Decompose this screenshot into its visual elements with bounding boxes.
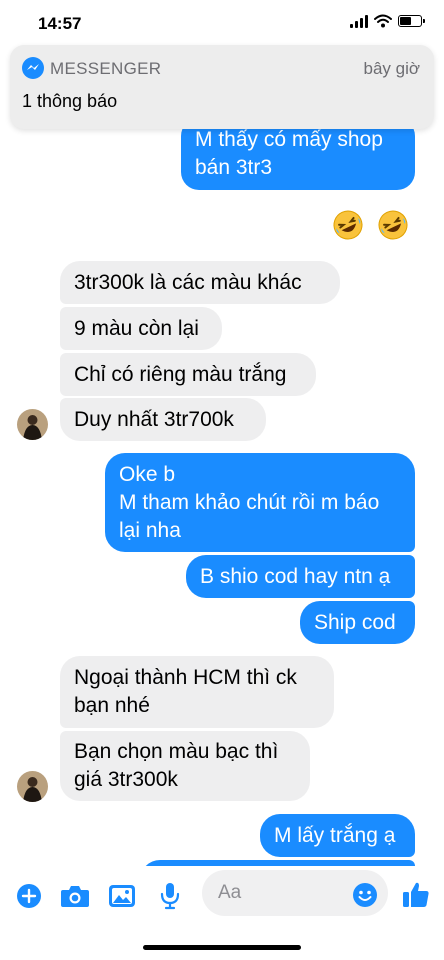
message-line: bán 3tr3 bbox=[195, 156, 273, 179]
message-line: 3tr300k là các màu khác bbox=[74, 270, 302, 294]
message-incoming[interactable]: Ngoại thành HCM thì ck bạn nhé bbox=[60, 656, 334, 728]
wifi-icon bbox=[374, 14, 392, 28]
notification-body: 1 thông báo bbox=[22, 91, 118, 111]
message-line: M lấy trắng ạ bbox=[274, 823, 396, 847]
message-input-placeholder: Aa bbox=[218, 882, 242, 903]
microphone-icon[interactable] bbox=[160, 882, 180, 910]
message-line: Ship cod bbox=[314, 610, 396, 634]
message-incoming[interactable]: 9 màu còn lại bbox=[60, 307, 222, 350]
home-indicator bbox=[143, 945, 301, 950]
message-outgoing[interactable]: B shio cod hay ntn ạ bbox=[186, 555, 415, 598]
signal-icon bbox=[350, 14, 368, 28]
message-line: M thấy có mấy shop bbox=[195, 128, 383, 151]
message-line: B shio cod hay ntn ạ bbox=[200, 564, 391, 588]
notification-time: bây giờ bbox=[363, 59, 420, 78]
image-icon[interactable] bbox=[108, 884, 136, 908]
emoji-icon[interactable] bbox=[352, 882, 378, 908]
status-icons bbox=[350, 14, 425, 28]
message-incoming[interactable]: Duy nhất 3tr700k bbox=[60, 398, 266, 441]
notification-app-name: MESSENGER bbox=[50, 59, 162, 78]
message-line: giá 3tr300k bbox=[74, 768, 178, 791]
battery-icon bbox=[398, 15, 425, 27]
status-bar: 14:57 bbox=[0, 0, 444, 44]
rolling-laughing-emoji-icon bbox=[378, 210, 408, 240]
message-incoming[interactable]: 3tr300k là các màu khác bbox=[60, 261, 340, 304]
message-line: lại nha bbox=[119, 518, 181, 542]
message-incoming[interactable]: Chỉ có riêng màu trắng bbox=[60, 353, 316, 396]
status-time: 14:57 bbox=[38, 14, 82, 33]
message-line: Bạn chọn màu bạc thì bbox=[74, 740, 279, 763]
thumbs-up-icon[interactable] bbox=[401, 880, 431, 910]
rolling-laughing-emoji-icon bbox=[333, 210, 363, 240]
message-outgoing[interactable]: Oke b M tham khảo chút rồi m báo lại nha bbox=[105, 453, 415, 552]
sender-avatar[interactable] bbox=[17, 409, 48, 440]
message-line: Ngoại thành HCM thì ck bbox=[74, 666, 297, 689]
message-line: Chỉ có riêng màu trắng bbox=[74, 362, 287, 386]
message-line: Duy nhất 3tr700k bbox=[74, 407, 234, 431]
message-outgoing[interactable]: Ship cod bbox=[300, 601, 415, 644]
message-outgoing[interactable]: M lấy trắng ạ bbox=[260, 814, 415, 857]
camera-icon[interactable] bbox=[60, 884, 90, 908]
plus-icon[interactable] bbox=[16, 883, 42, 909]
message-line: Oke b bbox=[119, 462, 176, 486]
notification-banner[interactable]: MESSENGER bây giờ 1 thông báo bbox=[10, 45, 434, 129]
message-line: bạn nhé bbox=[74, 694, 150, 717]
message-incoming[interactable]: Bạn chọn màu bạc thì giá 3tr300k bbox=[60, 731, 310, 801]
messenger-icon bbox=[22, 57, 44, 79]
sender-avatar[interactable] bbox=[17, 771, 48, 802]
message-line: 9 màu còn lại bbox=[74, 316, 199, 340]
message-line: M tham khảo chút rồi m báo bbox=[119, 490, 380, 514]
